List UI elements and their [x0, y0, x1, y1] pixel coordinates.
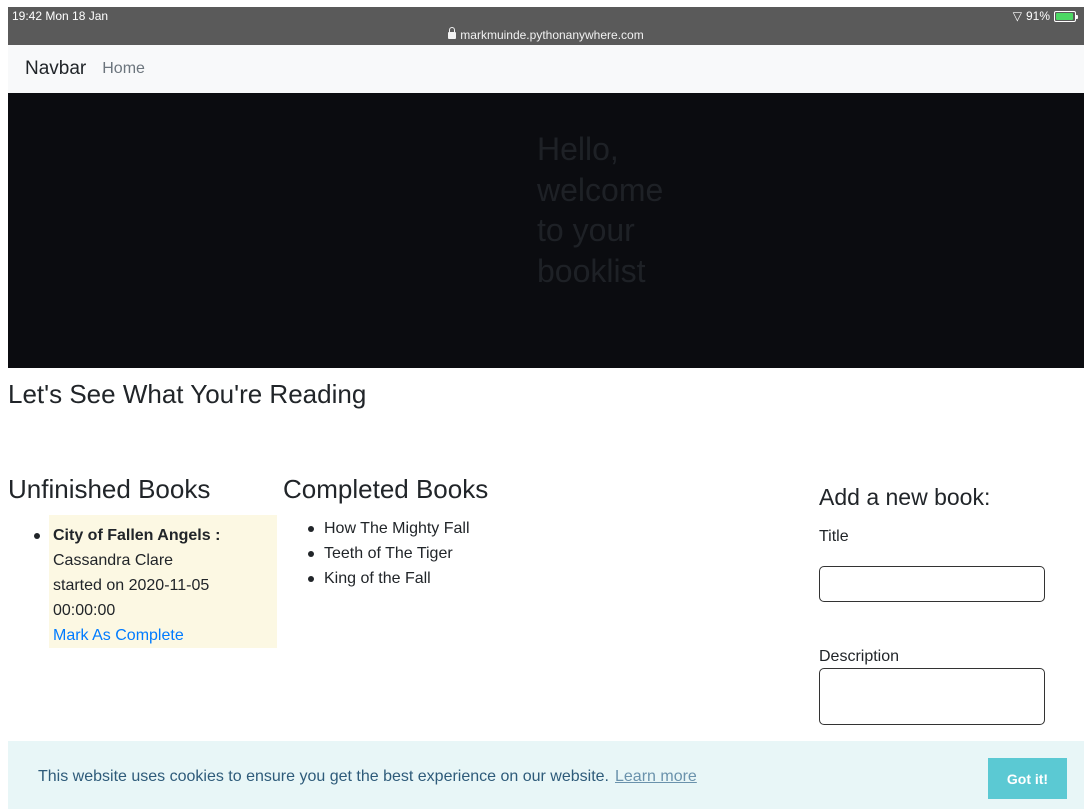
wifi-icon: ▽: [1012, 9, 1022, 23]
list-bullet: [308, 551, 314, 557]
cookie-message-line: This website uses cookies to ensure you …: [38, 768, 697, 786]
status-bar: 19:42 Mon 18 Jan markmuinde.pythonanywhe…: [8, 7, 1084, 45]
list-bullet: [308, 526, 314, 532]
navbar: Navbar Home: [8, 45, 1084, 93]
status-indicators: ▽ 91%: [1012, 9, 1078, 23]
add-book-form: Add a new book: Title Description: [819, 484, 1045, 725]
unfinished-book-item: City of Fallen Angels : Cassandra Clare …: [34, 515, 277, 648]
completed-book-title: How The Mighty Fall: [324, 520, 470, 537]
completed-books-title: Completed Books: [283, 474, 489, 504]
book-started-date: started on 2020-11-05 00:00:00: [53, 577, 210, 619]
list-bullet: [308, 576, 314, 582]
completed-book-title: King of the Fall: [324, 570, 431, 587]
list-item: How The Mighty Fall: [305, 516, 470, 541]
title-input[interactable]: [819, 566, 1045, 602]
navbar-brand[interactable]: Navbar: [25, 58, 86, 80]
learn-more-link[interactable]: Learn more: [615, 768, 697, 785]
cookie-banner: This website uses cookies to ensure you …: [8, 741, 1084, 809]
book-author: Cassandra Clare: [53, 552, 174, 569]
accept-cookies-button[interactable]: Got it!: [988, 758, 1067, 799]
list-bullet: [34, 533, 40, 539]
nav-link-home[interactable]: Home: [102, 60, 145, 78]
book-title: City of Fallen Angels :: [53, 527, 221, 544]
mark-as-complete-link[interactable]: Mark As Complete: [53, 627, 184, 644]
hero-message: Hello, welcome to your booklist: [537, 131, 664, 289]
cookie-message: This website uses cookies to ensure you …: [38, 768, 609, 785]
battery-percent: 91%: [1025, 9, 1050, 23]
title-label: Title: [819, 528, 849, 545]
list-item: King of the Fall: [305, 566, 470, 591]
completed-book-title: Teeth of The Tiger: [324, 545, 453, 562]
form-title: Add a new book:: [819, 484, 991, 510]
address-bar[interactable]: markmuinde.pythonanywhere.com: [8, 27, 1084, 42]
description-input[interactable]: [819, 668, 1045, 725]
page-heading: Let's See What You're Reading: [8, 379, 367, 409]
lock-icon: [448, 27, 457, 39]
description-label: Description: [819, 648, 900, 665]
battery-icon: [1054, 10, 1078, 22]
address-url: markmuinde.pythonanywhere.com: [460, 28, 644, 42]
list-item: Teeth of The Tiger: [305, 541, 470, 566]
hero-banner: Hello, welcome to your booklist: [8, 93, 1084, 368]
unfinished-books-title: Unfinished Books: [8, 474, 211, 504]
status-time: 19:42 Mon 18 Jan: [12, 9, 109, 23]
completed-books-list: How The Mighty Fall Teeth of The Tiger K…: [305, 516, 470, 591]
